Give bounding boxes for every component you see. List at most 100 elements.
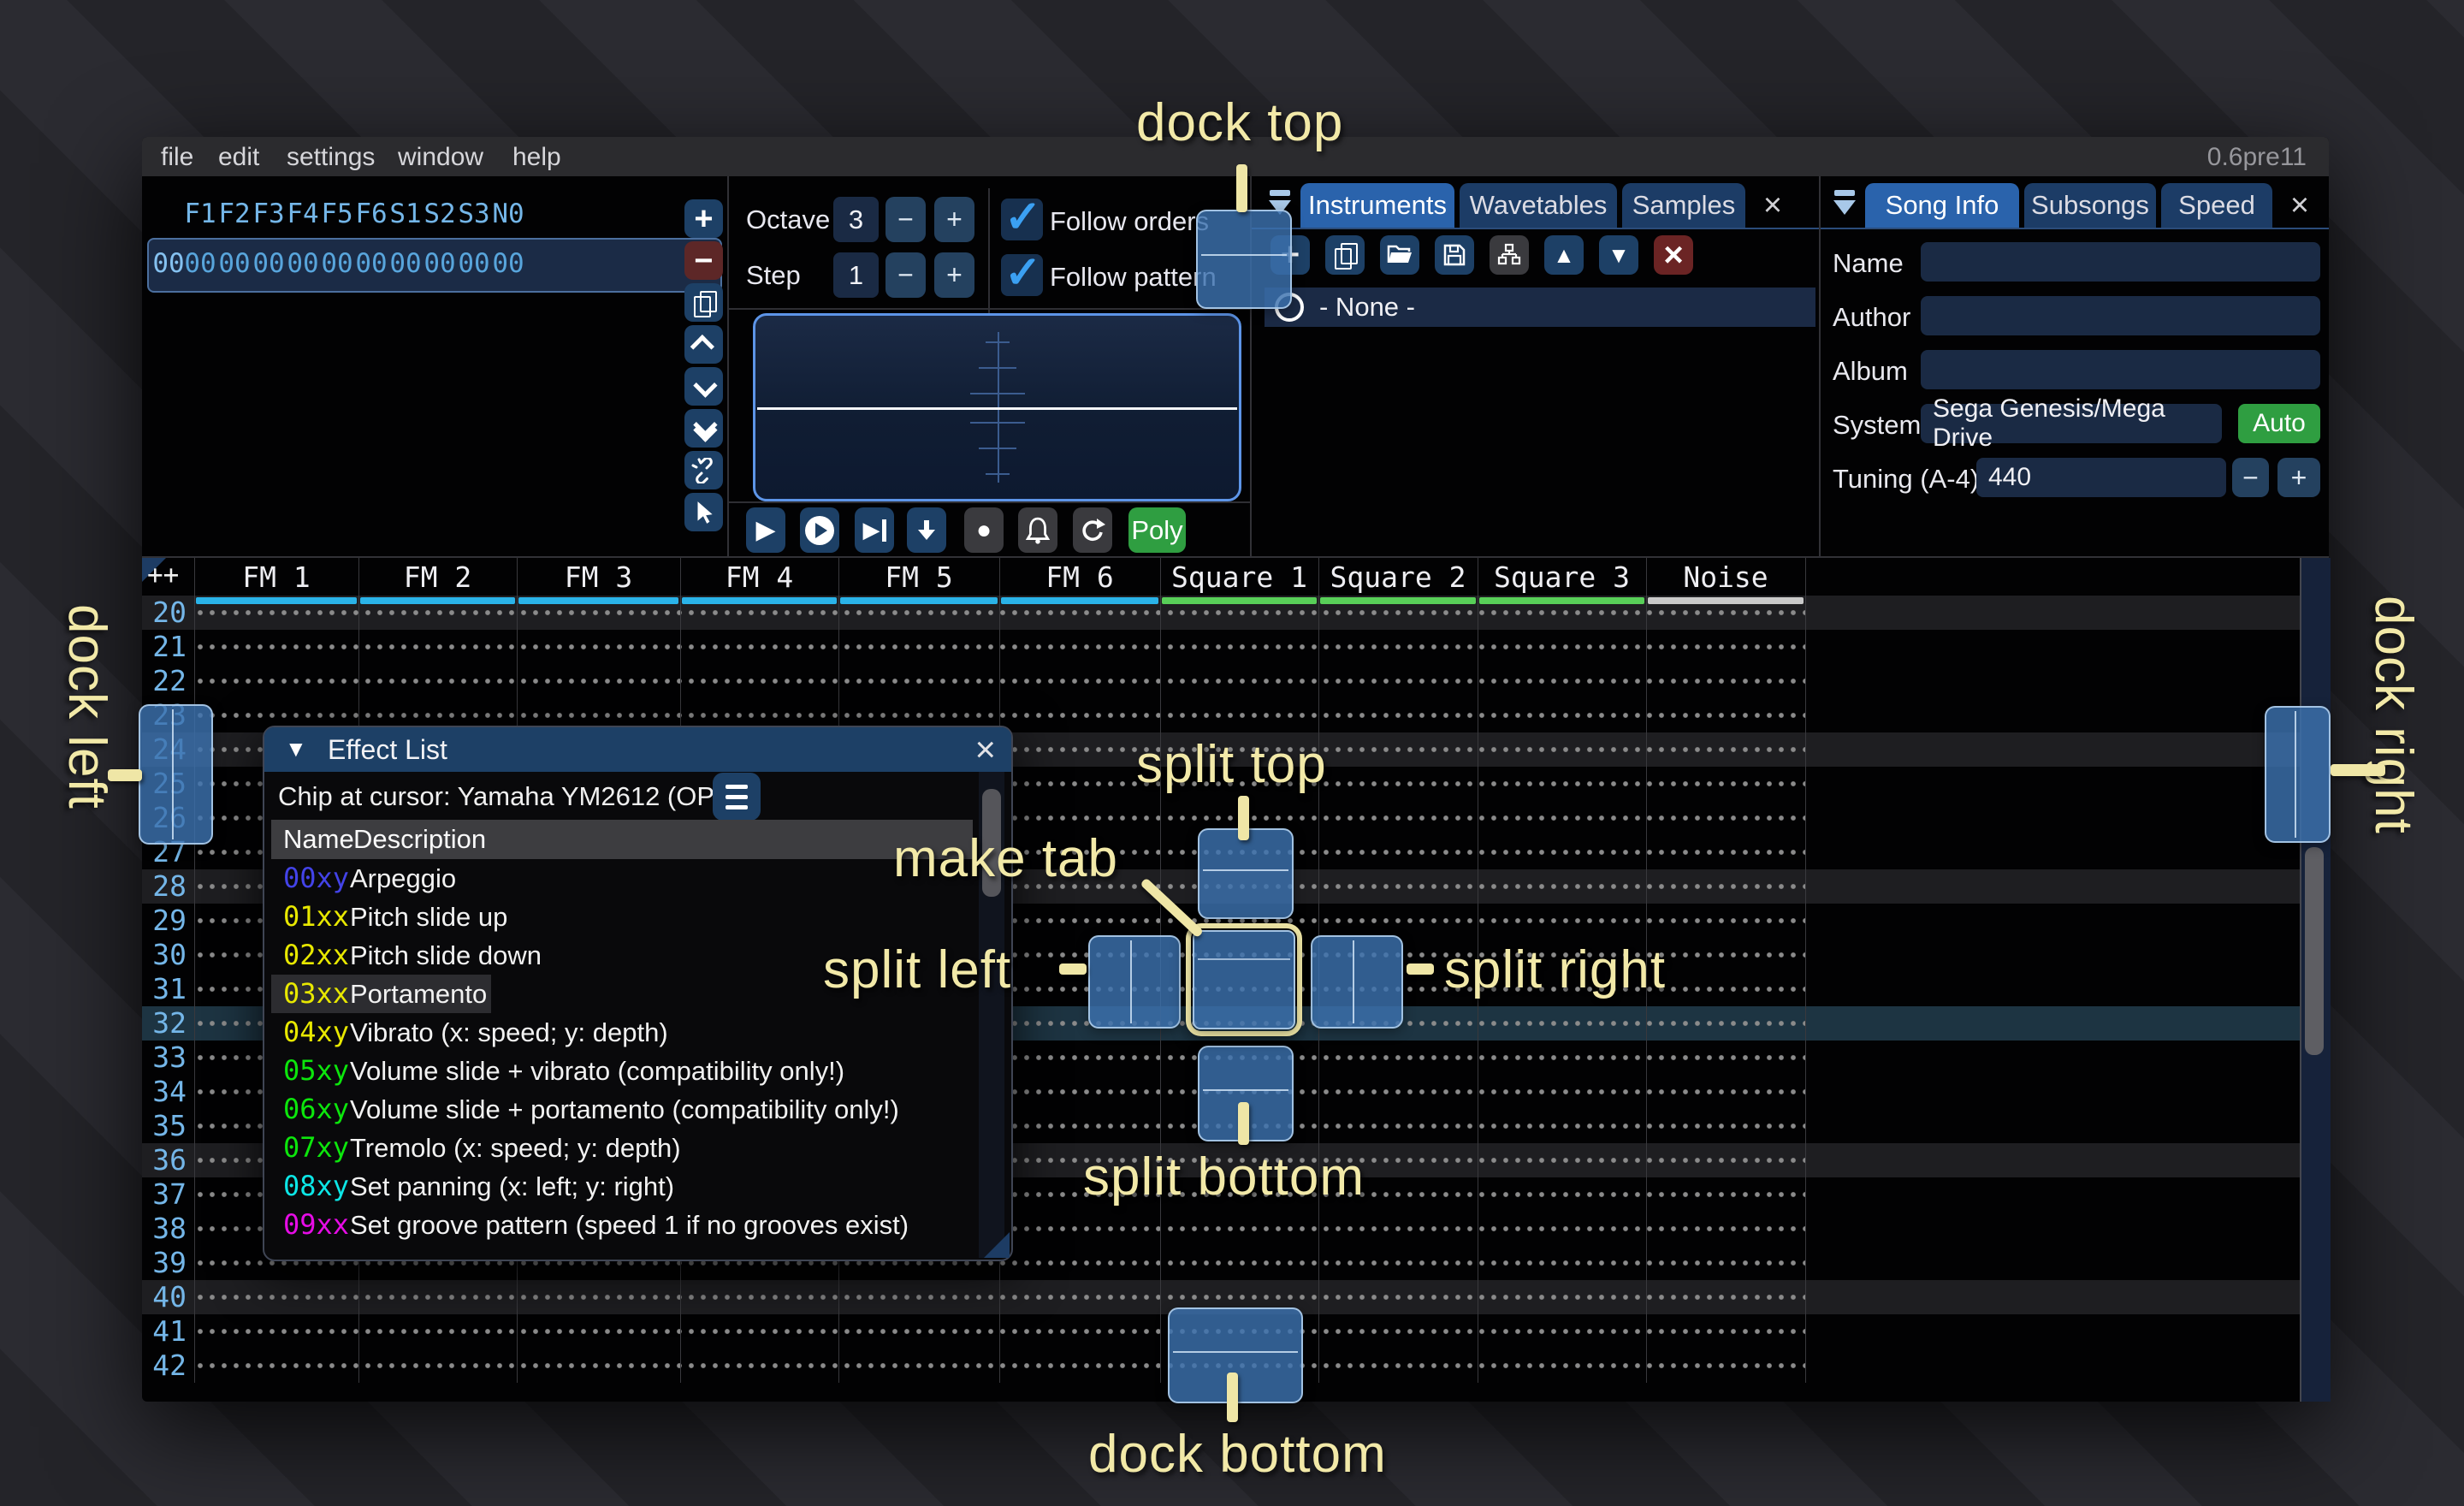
order-cell[interactable]: 00 [321, 240, 353, 288]
tab-instruments[interactable]: Instruments [1300, 183, 1454, 228]
hamburger-menu-button[interactable] [713, 773, 761, 821]
octave-input[interactable]: 3 [833, 197, 879, 242]
system-auto-button[interactable]: Auto [2238, 404, 2320, 443]
effect-row[interactable]: 06xyVolume slide + portamento (compatibi… [271, 1090, 973, 1129]
channel-header-fm-6[interactable]: FM 6 [999, 561, 1160, 594]
octave-minus-button[interactable]: − [886, 197, 926, 242]
tuning-plus-button[interactable]: + [2277, 458, 2320, 497]
order-cell[interactable]: 00 [287, 240, 319, 288]
order-channel-header[interactable]: S1 [389, 199, 422, 229]
album-field[interactable] [1921, 350, 2320, 389]
channel-header-fm-4[interactable]: FM 4 [680, 561, 838, 594]
instrument-move-down-button[interactable]: ▼ [1599, 235, 1638, 275]
channel-header-noise[interactable]: Noise [1646, 561, 1805, 594]
metronome-button[interactable] [1018, 507, 1057, 553]
order-channel-header[interactable]: F2 [218, 199, 251, 229]
pattern-scrollbar-thumb[interactable] [2305, 847, 2324, 1055]
order-channel-header[interactable]: S2 [424, 199, 456, 229]
step-input[interactable]: 1 [833, 252, 879, 298]
instrument-list-item-none[interactable]: - None - [1265, 288, 1815, 327]
order-cell[interactable]: 00 [252, 240, 285, 288]
step-minus-button[interactable]: − [886, 252, 926, 298]
tuning-minus-button[interactable]: − [2232, 458, 2269, 497]
oscilloscope[interactable] [753, 313, 1241, 501]
follow-pattern-checkbox[interactable]: ✓ [1001, 254, 1043, 296]
order-cell[interactable]: 00 [184, 240, 216, 288]
order-move-up-button[interactable] [684, 325, 723, 364]
split-target-top[interactable] [1198, 828, 1294, 919]
order-add-button[interactable]: + [684, 199, 723, 238]
instrument-move-up-button[interactable]: ▲ [1544, 235, 1584, 275]
instrument-save-button[interactable] [1435, 235, 1474, 275]
order-cell[interactable]: 00 [355, 240, 388, 288]
order-cell[interactable]: 00 [218, 240, 251, 288]
order-duplicate-button[interactable] [684, 283, 723, 322]
order-cell[interactable]: 00 [458, 240, 490, 288]
channel-header-fm-3[interactable]: FM 3 [517, 561, 680, 594]
channel-header-square-3[interactable]: Square 3 [1478, 561, 1646, 594]
tab-pulldown-icon[interactable] [1829, 190, 1862, 224]
instrument-duplicate-button[interactable] [1325, 235, 1365, 275]
orders-selected-row[interactable]: 0000000000000000000000 [147, 238, 722, 293]
instrument-open-button[interactable] [1380, 235, 1419, 275]
effect-row[interactable]: 09xxSet groove pattern (speed 1 if no gr… [271, 1206, 973, 1244]
close-tab-icon[interactable]: × [2283, 183, 2317, 228]
order-cell[interactable]: 00 [424, 240, 456, 288]
repeat-pattern-button[interactable] [1073, 507, 1112, 553]
instrument-delete-button[interactable]: × [1654, 235, 1693, 275]
channel-header-square-2[interactable]: Square 2 [1318, 561, 1478, 594]
menu-item-window[interactable]: window [398, 143, 483, 172]
tab-song-info[interactable]: Song Info [1865, 183, 2019, 228]
instrument-folder-view-button[interactable] [1490, 235, 1529, 275]
tab-wavetables[interactable]: Wavetables [1460, 183, 1617, 228]
follow-orders-label[interactable]: Follow orders [1050, 206, 1209, 237]
description-column-header[interactable]: Description [353, 820, 486, 859]
make-tab-target[interactable] [1193, 930, 1295, 1029]
step-plus-button[interactable]: + [934, 252, 974, 298]
order-channel-header[interactable]: F4 [287, 199, 319, 229]
stop-record-button[interactable]: ● [964, 507, 1004, 553]
name-field[interactable] [1921, 242, 2320, 282]
resize-grip-icon[interactable] [984, 1232, 1010, 1258]
tab-speed[interactable]: Speed [2161, 183, 2272, 228]
order-channel-header[interactable]: F1 [184, 199, 216, 229]
order-channel-header[interactable]: N0 [492, 199, 524, 229]
tuning-input[interactable]: 440 [1976, 458, 2226, 497]
channel-header-fm-2[interactable]: FM 2 [358, 561, 517, 594]
menu-item-file[interactable]: file [161, 143, 193, 172]
effect-row[interactable]: 01xxPitch slide up [271, 898, 973, 936]
name-column-header[interactable]: Name [283, 820, 354, 859]
step-one-row-button[interactable] [907, 507, 946, 553]
close-tab-icon[interactable]: × [1756, 183, 1790, 228]
close-window-icon[interactable]: × [974, 729, 996, 770]
play-pattern-button[interactable] [800, 507, 839, 553]
order-channel-header[interactable]: F5 [321, 199, 353, 229]
poly-toggle-button[interactable]: Poly [1128, 507, 1186, 553]
order-cell[interactable]: 00 [492, 240, 524, 288]
menu-item-help[interactable]: help [512, 143, 561, 172]
order-move-down-button[interactable] [684, 367, 723, 406]
effect-row[interactable]: 04xyVibrato (x: speed; y: depth) [271, 1013, 973, 1052]
tab-samples[interactable]: Samples [1622, 183, 1745, 228]
follow-orders-checkbox[interactable]: ✓ [1001, 199, 1043, 240]
system-select[interactable]: Sega Genesis/Mega Drive [1921, 404, 2222, 443]
order-remove-button[interactable]: − [684, 241, 723, 280]
effect-row[interactable]: 05xyVolume slide + vibrato (compatibilit… [271, 1052, 973, 1090]
menu-item-settings[interactable]: settings [287, 143, 375, 172]
channel-header-fm-1[interactable]: FM 1 [194, 561, 358, 594]
make-tab-target-outline[interactable] [1186, 923, 1302, 1036]
effect-row[interactable]: 00xyArpeggio [271, 859, 973, 898]
add-channel-button[interactable]: ++ [147, 560, 193, 590]
collapse-triangle-icon[interactable]: ▼ [285, 736, 307, 762]
dock-target-left[interactable] [139, 704, 213, 845]
effect-row[interactable]: 08xySet panning (x: left; y: right) [271, 1167, 973, 1206]
author-field[interactable] [1921, 296, 2320, 335]
dock-target-right[interactable] [2265, 706, 2331, 843]
order-cell[interactable]: 00 [389, 240, 422, 288]
split-target-right[interactable] [1311, 935, 1403, 1029]
play-button[interactable]: ▶ [746, 507, 785, 553]
split-target-left[interactable] [1088, 935, 1181, 1029]
dock-target-top[interactable] [1196, 210, 1292, 309]
order-channel-header[interactable]: F6 [355, 199, 388, 229]
menu-item-edit[interactable]: edit [218, 143, 259, 172]
